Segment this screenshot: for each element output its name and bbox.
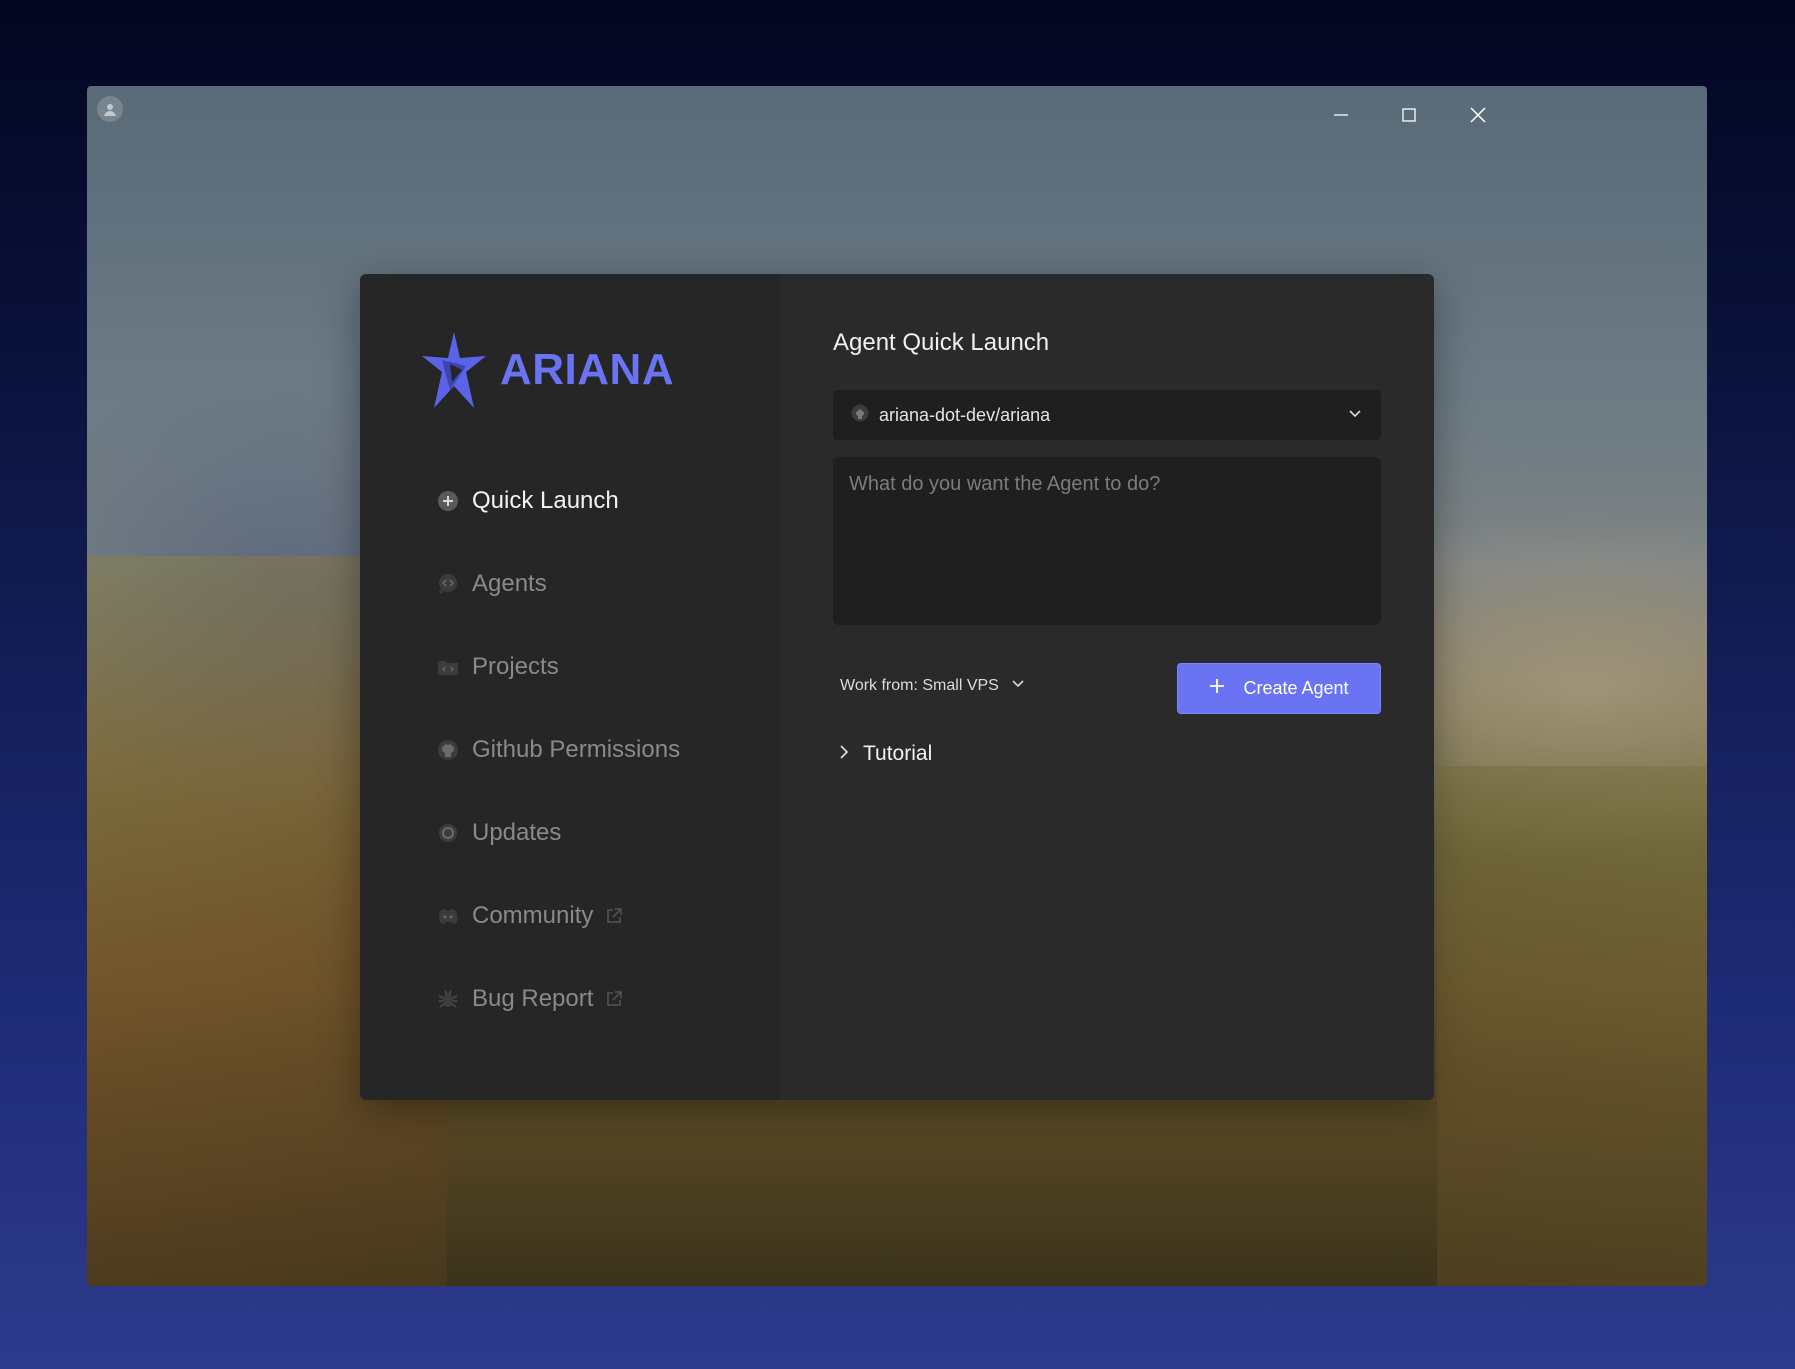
maximize-icon [1402, 108, 1416, 122]
sidebar-item-github-permissions[interactable]: Github Permissions [436, 708, 680, 791]
sidebar-item-bug-report[interactable]: Bug Report [436, 957, 680, 1040]
gear-icon [436, 821, 460, 845]
sidebar: ARIANA Quick Launch Agents Projects Gith… [360, 274, 780, 1100]
work-from-label: Work from: Small VPS [840, 676, 999, 694]
repository-select[interactable]: ariana-dot-dev/ariana [833, 390, 1381, 440]
user-avatar-icon[interactable] [97, 96, 123, 122]
folder-code-icon [436, 655, 460, 679]
code-bubble-icon [436, 572, 460, 596]
main-panel: Agent Quick Launch ariana-dot-dev/ariana… [780, 274, 1434, 1100]
bug-icon [436, 987, 460, 1011]
github-icon [436, 738, 460, 762]
app-window: ARIANA Quick Launch Agents Projects Gith… [87, 86, 1707, 1286]
sidebar-item-community[interactable]: Community [436, 874, 680, 957]
chevron-right-icon [837, 744, 851, 765]
plus-icon [1209, 678, 1225, 699]
agent-prompt-input[interactable] [833, 457, 1381, 625]
brand-name: ARIANA [500, 345, 675, 394]
chevron-down-icon [1347, 405, 1363, 426]
sidebar-item-label: Bug Report [472, 984, 594, 1012]
minimize-button[interactable] [1323, 100, 1359, 130]
sidebar-item-label: Projects [472, 652, 559, 680]
close-icon [1470, 107, 1486, 123]
chevron-down-icon [1011, 676, 1025, 695]
launcher-dialog: ARIANA Quick Launch Agents Projects Gith… [360, 274, 1434, 1100]
sidebar-item-label: Updates [472, 818, 562, 846]
brand-logo: ARIANA [420, 330, 674, 410]
sidebar-item-quick-launch[interactable]: Quick Launch [436, 459, 680, 542]
sidebar-item-projects[interactable]: Projects [436, 625, 680, 708]
discord-icon [436, 904, 460, 928]
tutorial-toggle[interactable]: Tutorial [837, 742, 932, 766]
external-link-icon [605, 990, 623, 1008]
work-from-select[interactable]: Work from: Small VPS [840, 676, 1025, 695]
sidebar-item-updates[interactable]: Updates [436, 791, 680, 874]
ariana-star-icon [422, 332, 486, 408]
minimize-icon [1334, 114, 1348, 116]
sidebar-item-label: Agents [472, 569, 547, 597]
sidebar-item-label: Quick Launch [472, 486, 619, 514]
sidebar-nav: Quick Launch Agents Projects Github Perm… [436, 459, 680, 1040]
github-icon [851, 404, 869, 427]
page-title: Agent Quick Launch [833, 329, 1050, 356]
plus-circle-icon [436, 489, 460, 513]
close-button[interactable] [1460, 100, 1496, 130]
create-agent-label: Create Agent [1243, 678, 1349, 698]
create-agent-button[interactable]: Create Agent [1177, 663, 1381, 714]
sidebar-item-label: Community [472, 901, 594, 929]
maximize-button[interactable] [1391, 100, 1427, 130]
sidebar-item-agents[interactable]: Agents [436, 542, 680, 625]
external-link-icon [605, 907, 623, 925]
sidebar-item-label: Github Permissions [472, 735, 681, 763]
tutorial-label: Tutorial [863, 742, 933, 765]
repository-value: ariana-dot-dev/ariana [879, 404, 1051, 425]
